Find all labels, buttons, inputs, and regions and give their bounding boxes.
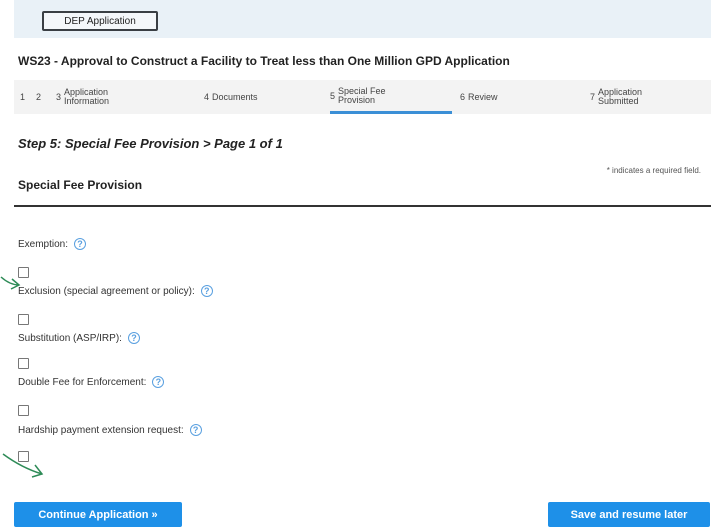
required-field-note: * indicates a required field. (606, 166, 701, 175)
step-label: Special Fee Provision (338, 85, 386, 105)
step-number: 6 (460, 92, 466, 102)
field-label-text: Substitution (ASP/IRP): (18, 332, 122, 344)
progress-steps: 1 2 3 Application Information 4 Document… (14, 80, 711, 114)
section-title: Special Fee Provision (18, 178, 143, 192)
field-label-text: Exclusion (special agreement or policy): (18, 285, 195, 297)
help-icon[interactable]: ? (152, 376, 165, 388)
exclusion-label: Exclusion (special agreement or policy):… (18, 285, 213, 297)
save-and-resume-button[interactable]: Save and resume later (548, 502, 710, 527)
field-label-text: Double Fee for Enforcement: (18, 376, 147, 388)
help-icon[interactable]: ? (127, 332, 140, 344)
step-number: 7 (590, 92, 596, 102)
step-label: Application Information (64, 87, 110, 106)
field-label-text: Exemption: (18, 238, 69, 250)
top-bar: DEP Application (14, 0, 711, 38)
help-icon[interactable]: ? (200, 285, 213, 297)
double-fee-checkbox[interactable] (18, 405, 29, 416)
annotation-arrow-icon (0, 276, 21, 290)
step-7: 7 Application Submitted (590, 80, 710, 114)
application-title: WS23 - Approval to Construct a Facility … (18, 54, 510, 68)
section-divider (14, 205, 711, 207)
step-label: Review (468, 91, 498, 102)
substitution-checkbox[interactable] (18, 358, 29, 369)
dep-application-button[interactable]: DEP Application (42, 11, 158, 31)
field-label-text: Hardship payment extension request: (18, 424, 184, 436)
step-2: 2 (36, 80, 56, 114)
help-icon[interactable]: ? (189, 424, 202, 436)
exemption-label: Exemption: ? (18, 238, 87, 250)
step-title: Step 5: Special Fee Provision > Page 1 o… (18, 136, 283, 151)
step-label: Application Submitted (598, 87, 643, 106)
step-number: 3 (56, 92, 62, 102)
step-number: 2 (36, 92, 42, 102)
annotation-arrow-icon (2, 453, 44, 478)
substitution-label: Substitution (ASP/IRP): ? (18, 332, 140, 344)
step-1: 1 (20, 80, 36, 114)
step-number: 4 (204, 92, 210, 102)
step-3: 3 Application Information (56, 80, 196, 114)
double-fee-label: Double Fee for Enforcement: ? (18, 376, 165, 388)
step-number: 5 (330, 90, 336, 101)
help-icon[interactable]: ? (74, 238, 87, 250)
step-5: 5 Special Fee Provision (330, 80, 452, 114)
step-6: 6 Review (460, 80, 580, 114)
step-number: 1 (20, 92, 26, 102)
hardship-label: Hardship payment extension request: ? (18, 424, 202, 436)
continue-application-button[interactable]: Continue Application » (14, 502, 182, 527)
step-4: 4 Documents (204, 80, 324, 114)
exclusion-checkbox[interactable] (18, 314, 29, 325)
step-label: Documents (212, 91, 258, 102)
